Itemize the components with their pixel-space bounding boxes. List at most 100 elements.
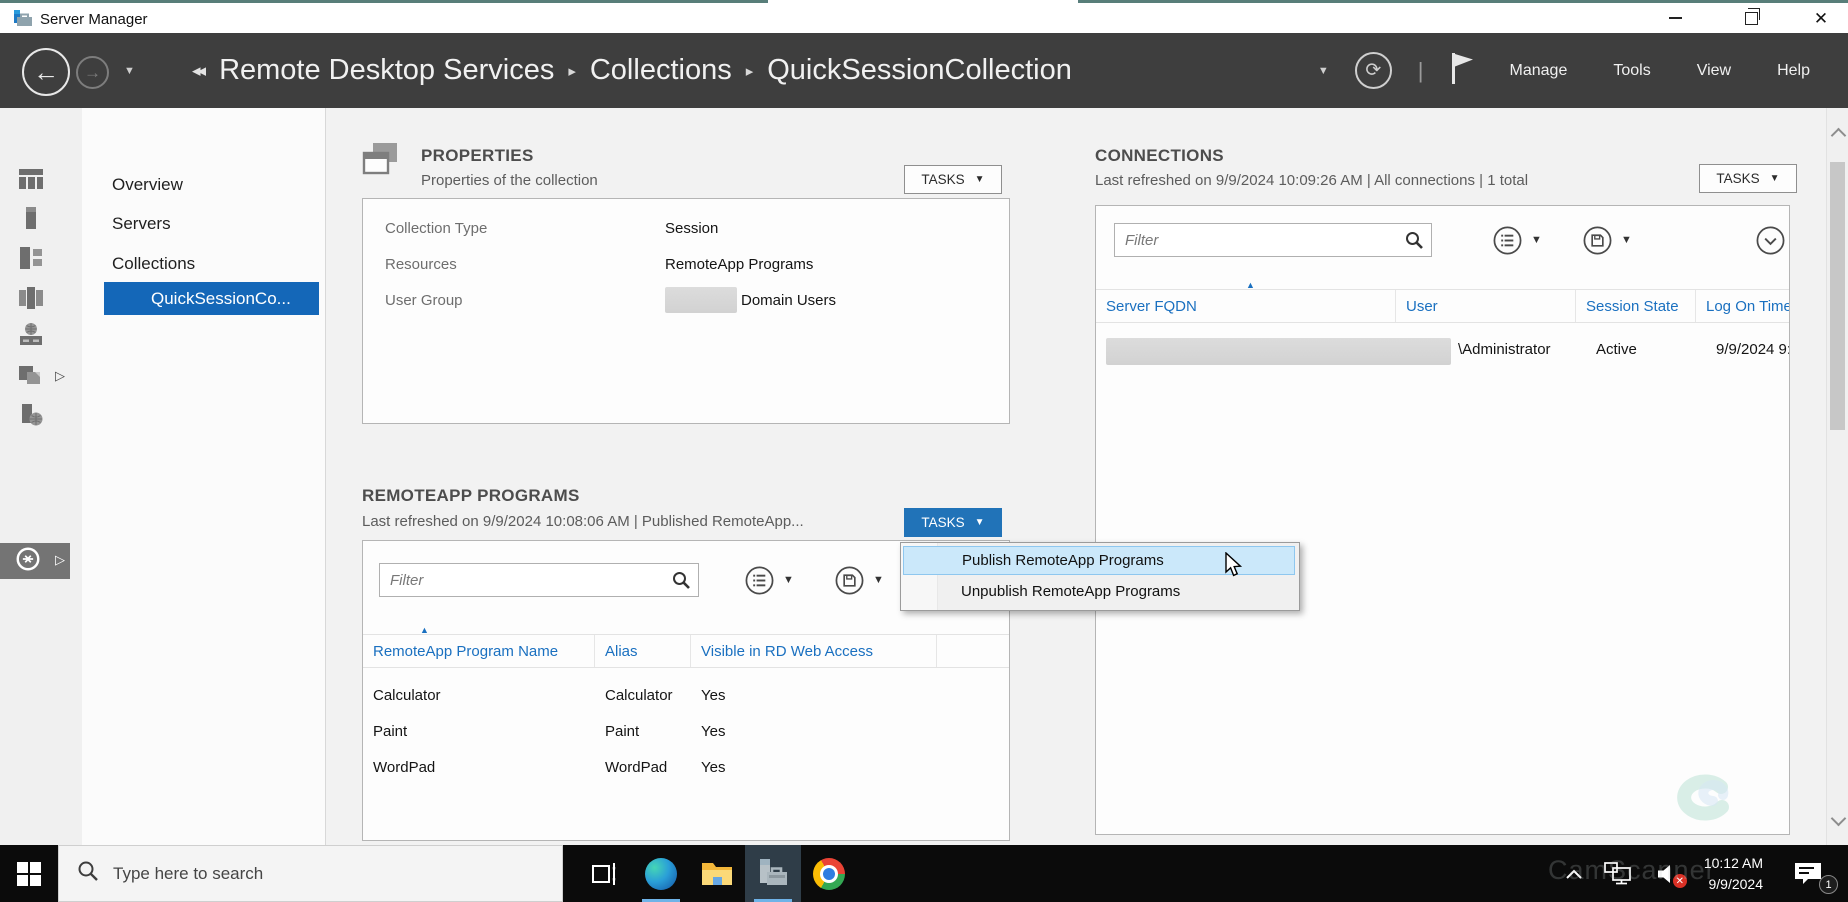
- system-tray: ✕ 10:12 AM9/9/2024 1: [1559, 845, 1848, 902]
- remote-desktop-services-icon: [14, 545, 42, 578]
- cell-alias: Calculator: [595, 687, 691, 704]
- remoteapp-tasks-button[interactable]: TASKS▼: [904, 508, 1002, 537]
- table-row[interactable]: WordPad WordPad Yes: [363, 749, 1009, 785]
- taskbar-edge-button[interactable]: [633, 845, 689, 902]
- sidebar-item-file-storage[interactable]: [16, 360, 46, 390]
- tray-expand-button[interactable]: [1559, 845, 1589, 902]
- action-center-button[interactable]: 1: [1778, 845, 1838, 902]
- chevron-down-icon[interactable]: ▼: [1531, 234, 1542, 246]
- column-header[interactable]: Session State: [1576, 290, 1696, 322]
- task-view-button[interactable]: [577, 845, 633, 902]
- search-placeholder: Type here to search: [113, 864, 263, 884]
- start-button[interactable]: [0, 845, 58, 902]
- refresh-icon[interactable]: ⟳: [1355, 52, 1392, 89]
- navpane-item-quicksessioncollection-selected[interactable]: QuickSessionCo...: [104, 282, 319, 315]
- table-row[interactable]: Paint Paint Yes: [363, 713, 1009, 749]
- chevron-down-icon[interactable]: ▼: [1621, 234, 1632, 246]
- taskbar-search[interactable]: Type here to search: [58, 845, 563, 902]
- volume-muted-icon[interactable]: ✕: [1649, 845, 1689, 902]
- save-query-icon[interactable]: [1582, 225, 1613, 256]
- properties-subtitle: Properties of the collection: [421, 172, 598, 189]
- column-header[interactable]: Alias: [595, 635, 691, 667]
- chrome-icon: [813, 858, 845, 890]
- history-dropdown-icon[interactable]: ▼: [124, 65, 135, 77]
- history-back-icon[interactable]: ◂◂: [192, 61, 203, 81]
- connections-tasks-button[interactable]: TASKS▼: [1699, 164, 1797, 193]
- local-server-icon: [17, 204, 45, 232]
- remoteapp-filter-input[interactable]: [379, 563, 699, 597]
- navpane-item-collections[interactable]: Collections: [112, 249, 302, 279]
- properties-tasks-button[interactable]: TASKS▼: [904, 165, 1002, 194]
- connections-subtitle: Last refreshed on 9/9/2024 10:09:26 AM |…: [1095, 172, 1528, 189]
- cell-program-name: WordPad: [363, 759, 595, 776]
- sidebar-item-role-1[interactable]: [16, 283, 46, 313]
- table-row[interactable]: Calculator Calculator Yes: [363, 677, 1009, 713]
- navigation-bar: ← → ▼ ◂◂ Remote Desktop Services ▸ Colle…: [0, 33, 1848, 108]
- menu-tools[interactable]: Tools: [1603, 56, 1660, 86]
- save-query-icon[interactable]: [834, 565, 865, 596]
- notifications-flag-icon[interactable]: [1450, 52, 1474, 90]
- scroll-up-icon[interactable]: [1831, 128, 1847, 144]
- table-row[interactable]: \Administrator Active 9/9/2024 9:59:: [1096, 334, 1790, 370]
- close-button[interactable]: ✕: [1798, 3, 1844, 33]
- chevron-down-icon[interactable]: ▼: [783, 574, 794, 586]
- search-icon[interactable]: [1404, 230, 1424, 250]
- sidebar-item-all-servers[interactable]: [16, 243, 46, 273]
- list-view-icon[interactable]: [1492, 225, 1523, 256]
- column-header[interactable]: Server FQDN: [1096, 290, 1396, 322]
- role-servers-icon: [17, 284, 45, 312]
- camscanner-watermark-logo: [1651, 771, 1756, 834]
- menu-help[interactable]: Help: [1767, 56, 1820, 86]
- taskbar-file-explorer-button[interactable]: [689, 845, 745, 902]
- column-header[interactable]: RemoteApp Program Name: [363, 635, 595, 667]
- column-header[interactable]: Visible in RD Web Access: [691, 635, 937, 667]
- navpane-item-overview[interactable]: Overview: [112, 170, 302, 200]
- sidebar-item-server-globe[interactable]: [16, 400, 46, 430]
- taskbar-clock[interactable]: 10:12 AM9/9/2024: [1697, 845, 1770, 902]
- column-header[interactable]: Log On Time: [1696, 290, 1790, 322]
- restore-button[interactable]: [1728, 3, 1774, 33]
- property-row: Collection Type Session: [375, 213, 995, 243]
- connections-filter: [1114, 223, 1432, 257]
- sidebar-item-local-server[interactable]: [16, 203, 46, 233]
- scroll-down-icon[interactable]: [1831, 811, 1847, 827]
- chevron-down-icon: ▼: [975, 174, 985, 185]
- property-row: Resources RemoteApp Programs: [375, 249, 995, 279]
- vertical-scrollbar[interactable]: [1826, 108, 1848, 845]
- column-header[interactable]: User: [1396, 290, 1576, 322]
- server-manager-icon: [756, 857, 790, 891]
- navpane-item-servers[interactable]: Servers: [112, 209, 302, 239]
- cell-program-name: Paint: [363, 723, 595, 740]
- network-status-icon[interactable]: [1597, 845, 1641, 902]
- chevron-down-icon[interactable]: ▼: [873, 574, 884, 586]
- forward-button[interactable]: →: [76, 56, 109, 89]
- navbar-dropdown-icon[interactable]: ▼: [1318, 65, 1329, 77]
- connections-title: CONNECTIONS: [1095, 146, 1224, 166]
- breadcrumb-item-quicksessioncollection[interactable]: QuickSessionCollection: [767, 54, 1072, 87]
- taskbar-server-manager-button[interactable]: [745, 845, 801, 902]
- cell-user: \Administrator: [1448, 341, 1551, 358]
- remoteapp-filter: [379, 563, 699, 597]
- breadcrumb-item-collections[interactable]: Collections: [590, 54, 732, 87]
- menu-manage[interactable]: Manage: [1500, 56, 1578, 86]
- cell-visible: Yes: [691, 687, 937, 704]
- rds-nav-pane: Overview Servers Collections QuickSessio…: [82, 108, 326, 845]
- search-icon[interactable]: [671, 570, 691, 590]
- scrollbar-thumb[interactable]: [1830, 162, 1845, 430]
- redacted-server-fqdn: [1106, 338, 1451, 365]
- list-view-icon[interactable]: [744, 565, 775, 596]
- redacted-value: [665, 287, 737, 313]
- collapse-panel-icon[interactable]: [1755, 225, 1786, 256]
- expand-arrow-icon[interactable]: ▷: [55, 368, 65, 384]
- minimize-button[interactable]: [1652, 3, 1698, 33]
- menu-view[interactable]: View: [1687, 56, 1741, 86]
- expand-arrow-icon[interactable]: ▷: [55, 552, 65, 568]
- connections-filter-input[interactable]: [1114, 223, 1432, 257]
- breadcrumb-item-rds[interactable]: Remote Desktop Services: [219, 54, 554, 87]
- sidebar-item-web-server[interactable]: [16, 319, 46, 349]
- restore-icon: [1745, 12, 1758, 25]
- taskbar-chrome-button[interactable]: [801, 845, 857, 902]
- back-button[interactable]: ←: [22, 48, 70, 96]
- sidebar-item-dashboard[interactable]: [16, 164, 46, 194]
- server-manager-app-icon: [13, 8, 33, 28]
